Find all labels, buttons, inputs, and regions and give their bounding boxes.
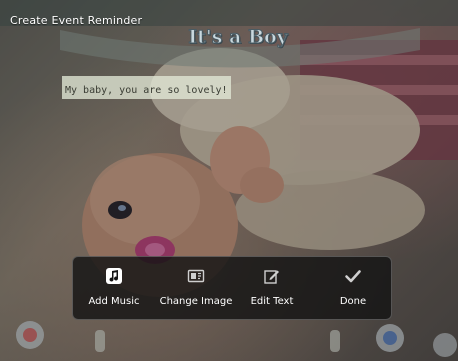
frame-banner: It's a Boy	[168, 24, 308, 52]
action-toolbar: Add Music Change Image Edit Text Done	[72, 256, 392, 320]
event-reminder-screen: Create Event Reminder It's a Boy My baby…	[0, 0, 458, 361]
caption-box[interactable]: My baby, you are so lovely!	[62, 76, 231, 99]
screen-title: Create Event Reminder	[10, 14, 143, 27]
banner-text: It's a Boy	[188, 26, 289, 49]
music-note-icon	[106, 268, 122, 284]
edit-text-button[interactable]: Edit Text	[239, 257, 305, 321]
change-image-button[interactable]: Change Image	[153, 257, 239, 321]
done-label: Done	[339, 296, 367, 307]
change-image-label: Change Image	[159, 296, 233, 307]
change-image-icon	[187, 269, 205, 283]
caption-text: My baby, you are so lovely!	[65, 85, 228, 96]
done-button[interactable]: Done	[323, 257, 383, 321]
edit-text-icon	[264, 270, 279, 284]
checkmark-icon	[345, 270, 361, 283]
add-music-label: Add Music	[88, 296, 140, 307]
add-music-button[interactable]: Add Music	[81, 257, 147, 321]
edit-text-label: Edit Text	[250, 296, 294, 307]
